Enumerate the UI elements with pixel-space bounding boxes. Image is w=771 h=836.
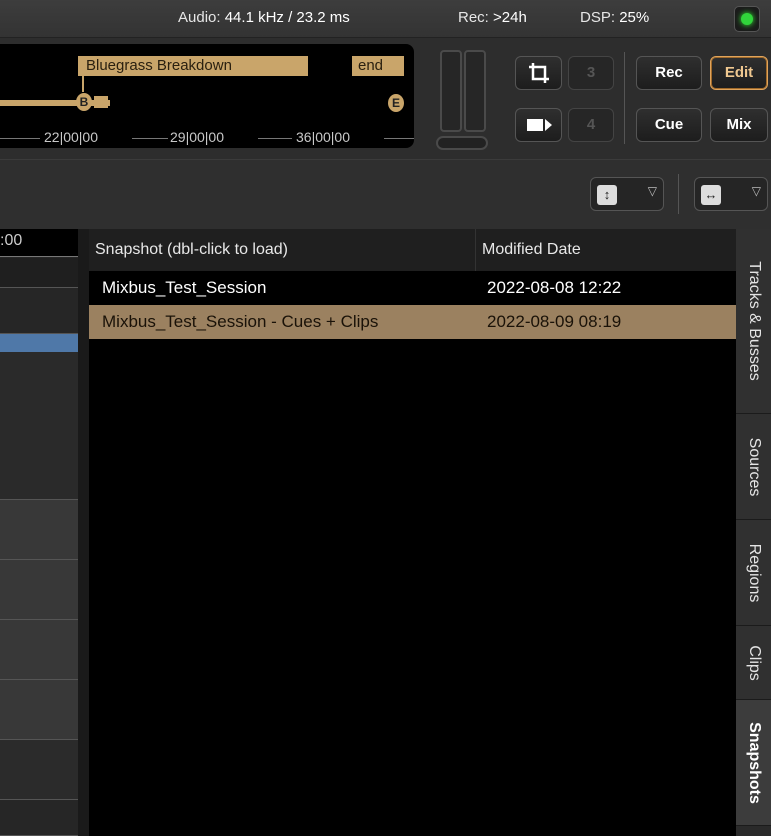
tab-label: Snapshots	[745, 721, 763, 804]
edit-window-button[interactable]: Edit	[710, 56, 768, 90]
tab-tracks-busses[interactable]: Tracks & Busses	[736, 229, 771, 414]
slot-4-button[interactable]: 4	[568, 108, 614, 142]
snapshot-date: 2022-08-09 08:19	[487, 312, 622, 331]
tab-sources[interactable]: Sources	[736, 414, 771, 520]
tab-label: Sources	[745, 437, 763, 496]
snapshot-name-column-header[interactable]: Snapshot (dbl-click to load)	[89, 229, 475, 271]
mini-timeline-ruler: 22|00|00 29|00|00 36|00|00	[0, 128, 414, 148]
loop-play-button[interactable]	[515, 108, 562, 142]
ruler-tick-label: 36|00|00	[296, 129, 350, 145]
rec-value: >24h	[493, 9, 527, 26]
track-row[interactable]	[0, 800, 78, 836]
track-row[interactable]	[0, 560, 78, 620]
audio-status: Audio: 44.1 kHz / 23.2 ms	[178, 9, 350, 26]
editor-canvas[interactable]: :00	[0, 229, 78, 836]
track-row[interactable]	[0, 680, 78, 740]
level-meter-right	[464, 50, 486, 132]
marker-stem	[82, 76, 84, 92]
mix-window-button[interactable]: Mix	[710, 108, 768, 142]
tab-snapshots[interactable]: Snapshots	[736, 700, 771, 826]
ruler-tick-label: 29|00|00	[170, 129, 224, 145]
mini-timeline[interactable]: Bluegrass Breakdown end B E 22|00|00 29|…	[0, 44, 414, 148]
rec-label: Rec:	[458, 9, 489, 26]
divider	[678, 174, 679, 214]
audio-value: 44.1 kHz / 23.2 ms	[224, 9, 350, 26]
track-row[interactable]	[0, 740, 78, 800]
tab-label: Tracks & Busses	[745, 261, 763, 381]
tab-regions[interactable]: Regions	[736, 520, 771, 626]
ruler-tick-label: 22|00|00	[44, 129, 98, 145]
track-row[interactable]	[0, 352, 78, 500]
status-bar: Audio: 44.1 kHz / 23.2 ms Rec: >24h DSP:…	[0, 0, 771, 38]
ruler-line	[258, 138, 292, 139]
divider	[624, 52, 625, 144]
snapshot-name: Mixbus_Test_Session - Cues + Clips	[102, 312, 379, 331]
snapshot-row[interactable]: Mixbus_Test_Session 2022-08-08 12:22	[89, 271, 736, 305]
dsp-label: DSP:	[580, 9, 616, 26]
crop-icon	[528, 63, 549, 83]
ruler-line	[384, 138, 414, 139]
ruler-line	[0, 138, 40, 139]
meter-reset-button[interactable]	[436, 136, 488, 150]
slot-3-button[interactable]: 3	[568, 56, 614, 90]
dsp-status: DSP: 25%	[580, 9, 649, 26]
cue-window-button[interactable]: Cue	[636, 108, 702, 142]
range-start-handle[interactable]	[94, 96, 108, 108]
track-row-selected[interactable]	[0, 334, 78, 352]
editor-sidebar-tabs: Tracks & Busses Sources Regions Clips Sn…	[736, 229, 771, 836]
vertical-expand-icon: ↕	[597, 185, 617, 205]
snapshot-row-selected[interactable]: Mixbus_Test_Session - Cues + Clips 2022-…	[89, 305, 736, 339]
tab-label: Clips	[745, 644, 763, 681]
ruler-time-label: :00	[0, 232, 23, 249]
tab-label: Regions	[745, 543, 763, 602]
track-row[interactable]	[0, 258, 78, 288]
editor-toolbar: ↕ ▽ ↔ ▽	[0, 159, 771, 229]
engine-status-led-icon[interactable]	[734, 6, 760, 32]
tab-clips[interactable]: Clips	[736, 626, 771, 700]
visible-tracks-selector[interactable]: ↕ ▽	[590, 177, 664, 211]
rec-window-button[interactable]: Rec	[636, 56, 702, 90]
horizontal-expand-icon: ↔	[701, 185, 721, 205]
modified-date-column-header[interactable]: Modified Date	[475, 229, 736, 271]
rec-status: Rec: >24h	[458, 9, 527, 26]
zoom-focus-selector[interactable]: ↔ ▽	[694, 177, 768, 211]
track-row[interactable]	[0, 288, 78, 334]
level-meter-left	[440, 50, 462, 132]
range-end-marker[interactable]: E	[388, 94, 404, 112]
audio-label: Audio:	[178, 9, 221, 26]
timecode-ruler[interactable]: :00	[0, 229, 78, 257]
snapshots-list[interactable]: Snapshot (dbl-click to load) Modified Da…	[89, 229, 736, 836]
chevron-down-icon: ▽	[647, 184, 657, 198]
crop-button[interactable]	[515, 56, 562, 90]
track-row[interactable]	[0, 620, 78, 680]
dsp-value: 25%	[619, 9, 650, 26]
range-start-marker[interactable]: B	[76, 93, 92, 111]
track-row[interactable]	[0, 500, 78, 560]
snapshot-date: 2022-08-08 12:22	[487, 278, 622, 297]
chevron-down-icon: ▽	[751, 184, 761, 198]
marker-label[interactable]: Bluegrass Breakdown	[78, 56, 308, 76]
play-range-icon	[526, 119, 552, 131]
toolbar: Bluegrass Breakdown end B E 22|00|00 29|…	[0, 38, 771, 159]
snapshot-name: Mixbus_Test_Session	[102, 278, 267, 297]
ruler-line	[132, 138, 168, 139]
end-marker-label[interactable]: end	[352, 56, 404, 76]
